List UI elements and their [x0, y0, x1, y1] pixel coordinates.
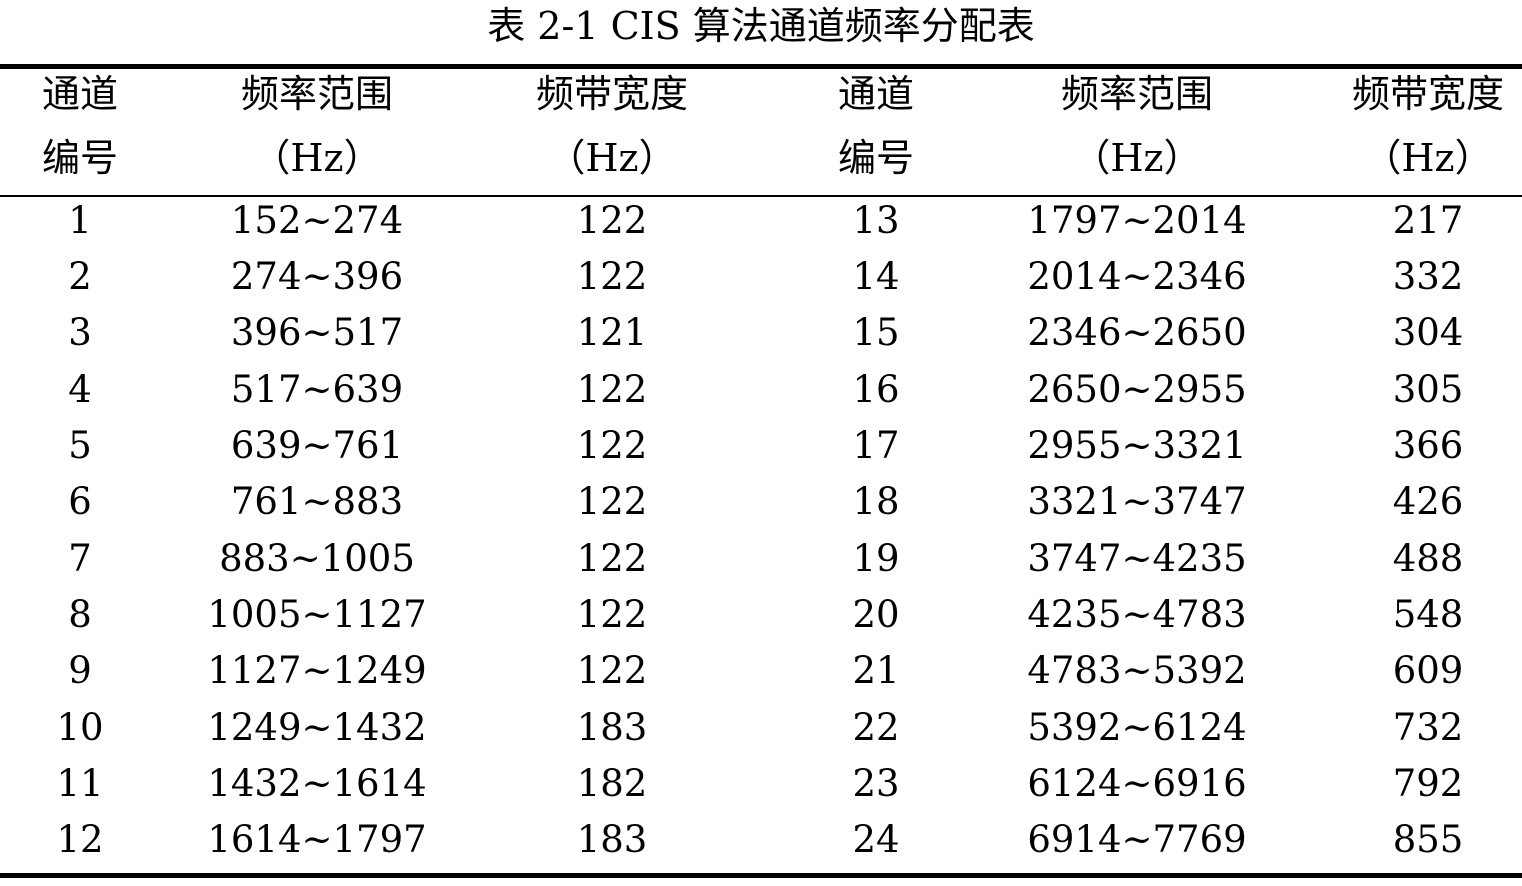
table-cell-bandwidth: 121 — [576, 311, 648, 354]
table-cell-freq-range: 1614~1797 — [207, 818, 427, 861]
header-bandwidth-line1: 频带宽度 — [535, 72, 689, 116]
table-cell-freq-range: 396~517 — [230, 311, 404, 354]
table-cell-bandwidth: 122 — [576, 537, 648, 580]
table-cell-freq-range: 1432~1614 — [207, 762, 427, 805]
table-cell-channel-no: 20 — [852, 593, 900, 636]
table-cell-freq-range: 3747~4235 — [1027, 537, 1247, 580]
table-cell-freq-range: 152~274 — [230, 199, 404, 242]
table-cell-bandwidth: 122 — [576, 480, 648, 523]
table-cell-channel-no: 15 — [852, 311, 900, 354]
header-channel-no-line2: 编号 — [41, 136, 119, 180]
table-cell-freq-range: 1127~1249 — [207, 649, 427, 692]
table-cell-freq-range: 1797~2014 — [1027, 199, 1247, 242]
table-cell-channel-no: 1 — [68, 199, 92, 242]
header-bandwidth-line2: （Hz） — [1363, 136, 1493, 180]
table-cell-channel-no: 17 — [852, 424, 900, 467]
table-cell-freq-range: 1005~1127 — [207, 593, 427, 636]
table-cell-freq-range: 2014~2346 — [1027, 255, 1247, 298]
header-freq-range-line1: 频率范围 — [1060, 72, 1214, 116]
table-cell-channel-no: 23 — [852, 762, 900, 805]
table-cell-channel-no: 12 — [56, 818, 104, 861]
header-freq-range-line2: （Hz） — [1072, 136, 1202, 180]
table-caption: 表 2-1 CIS 算法通道频率分配表 — [487, 4, 1035, 48]
table-bottom-rule — [0, 873, 1522, 878]
table-cell-freq-range: 6914~7769 — [1027, 818, 1247, 861]
table-cell-bandwidth: 182 — [576, 762, 648, 805]
table-cell-bandwidth: 488 — [1392, 537, 1464, 580]
table-cell-freq-range: 4235~4783 — [1027, 593, 1247, 636]
table-cell-freq-range: 3321~3747 — [1027, 480, 1247, 523]
table-cell-channel-no: 5 — [68, 424, 92, 467]
table-cell-channel-no: 22 — [852, 706, 900, 749]
table-cell-freq-range: 1249~1432 — [207, 706, 427, 749]
header-freq-range-line2: （Hz） — [252, 136, 382, 180]
table-cell-bandwidth: 122 — [576, 649, 648, 692]
table-cell-freq-range: 883~1005 — [219, 537, 415, 580]
header-channel-no-line1: 通道 — [41, 72, 119, 116]
table-cell-channel-no: 18 — [852, 480, 900, 523]
table-cell-freq-range: 6124~6916 — [1027, 762, 1247, 805]
table-cell-channel-no: 24 — [852, 818, 900, 861]
header-bandwidth-line1: 频带宽度 — [1351, 72, 1505, 116]
table-cell-channel-no: 13 — [852, 199, 900, 242]
table-cell-channel-no: 6 — [68, 480, 92, 523]
table-cell-bandwidth: 183 — [576, 818, 648, 861]
table-cell-bandwidth: 122 — [576, 255, 648, 298]
table-cell-bandwidth: 548 — [1392, 593, 1464, 636]
table-cell-bandwidth: 122 — [576, 199, 648, 242]
table-cell-freq-range: 639~761 — [230, 424, 404, 467]
table-cell-freq-range: 5392~6124 — [1027, 706, 1247, 749]
table-cell-freq-range: 274~396 — [230, 255, 404, 298]
table-cell-freq-range: 4783~5392 — [1027, 649, 1247, 692]
table-cell-channel-no: 21 — [852, 649, 900, 692]
table-cell-channel-no: 11 — [56, 762, 104, 805]
table-cell-bandwidth: 305 — [1392, 368, 1464, 411]
table-cell-channel-no: 8 — [68, 593, 92, 636]
table-cell-bandwidth: 426 — [1392, 480, 1464, 523]
table-cell-channel-no: 14 — [852, 255, 900, 298]
header-bandwidth-line2: （Hz） — [547, 136, 677, 180]
table-cell-bandwidth: 332 — [1392, 255, 1464, 298]
table-cell-freq-range: 2650~2955 — [1027, 368, 1247, 411]
table-cell-bandwidth: 304 — [1392, 311, 1464, 354]
table-cell-channel-no: 10 — [56, 706, 104, 749]
table-cell-bandwidth: 122 — [576, 368, 648, 411]
table-cell-channel-no: 7 — [68, 537, 92, 580]
table-cell-bandwidth: 609 — [1392, 649, 1464, 692]
header-channel-no-line2: 编号 — [837, 136, 915, 180]
table-cell-channel-no: 9 — [68, 649, 92, 692]
table-cell-channel-no: 16 — [852, 368, 900, 411]
table-cell-bandwidth: 183 — [576, 706, 648, 749]
table-cell-bandwidth: 217 — [1392, 199, 1464, 242]
table-cell-bandwidth: 855 — [1392, 818, 1464, 861]
table-cell-channel-no: 3 — [68, 311, 92, 354]
table-cell-bandwidth: 122 — [576, 593, 648, 636]
table-cell-channel-no: 4 — [68, 368, 92, 411]
table-top-rule — [0, 64, 1522, 69]
table-cell-bandwidth: 122 — [576, 424, 648, 467]
table-cell-freq-range: 761~883 — [230, 480, 404, 523]
table-cell-channel-no: 19 — [852, 537, 900, 580]
table-cell-channel-no: 2 — [68, 255, 92, 298]
table-cell-bandwidth: 366 — [1392, 424, 1464, 467]
table-cell-bandwidth: 732 — [1392, 706, 1464, 749]
header-freq-range-line1: 频率范围 — [240, 72, 394, 116]
table-cell-bandwidth: 792 — [1392, 762, 1464, 805]
table-cell-freq-range: 517~639 — [230, 368, 404, 411]
table-cell-freq-range: 2955~3321 — [1027, 424, 1247, 467]
header-bottom-rule — [0, 195, 1522, 197]
header-channel-no-line1: 通道 — [837, 72, 915, 116]
table-cell-freq-range: 2346~2650 — [1027, 311, 1247, 354]
